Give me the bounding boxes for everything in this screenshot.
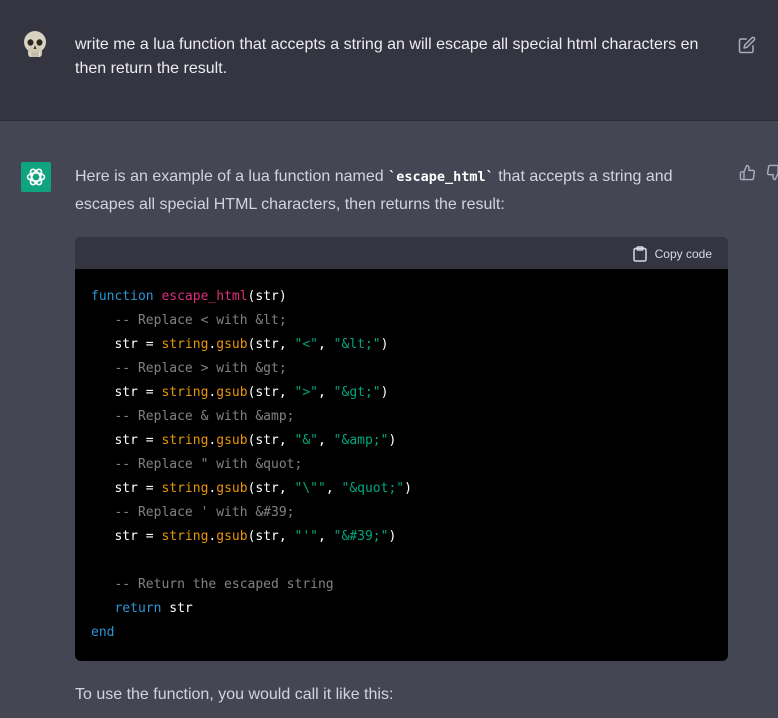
- thumbs-down-icon[interactable]: [766, 164, 778, 181]
- code-token: "&amp;": [333, 433, 389, 448]
- assistant-followup-text: To use the function, you would call it l…: [75, 686, 394, 703]
- code-token: "&": [294, 433, 319, 448]
- user-message-row: write me a lua function that accepts a s…: [0, 0, 778, 121]
- code-token: "&#39;": [333, 529, 389, 544]
- code-token: gsub: [216, 481, 248, 496]
- skull-icon: [22, 30, 48, 62]
- code-token: str =: [91, 433, 162, 448]
- code-line: function escape_html(str): [91, 285, 712, 309]
- code-token: ,: [318, 385, 334, 400]
- code-token: function: [91, 289, 154, 304]
- code-token: return: [114, 601, 162, 616]
- code-token: string: [161, 481, 209, 496]
- assistant-intro-text: Here is an example of a lua function nam…: [75, 163, 735, 219]
- code-token: end: [91, 625, 115, 640]
- code-token: -- Replace ' with &#39;: [91, 505, 295, 520]
- code-block: Copy code function escape_html(str) -- R…: [75, 237, 728, 661]
- clipboard-icon: [632, 246, 647, 262]
- code-token: str =: [91, 337, 162, 352]
- code-line: -- Replace ' with &#39;: [91, 501, 712, 525]
- edit-icon[interactable]: [738, 36, 756, 54]
- code-line: -- Replace < with &lt;: [91, 309, 712, 333]
- code-token: ): [404, 481, 412, 496]
- code-token: str: [161, 601, 193, 616]
- code-line: str = string.gsub(str, "'", "&#39;"): [91, 525, 712, 549]
- code-token: gsub: [216, 529, 248, 544]
- code-token: -- Return the escaped string: [91, 577, 334, 592]
- code-token: string: [161, 385, 209, 400]
- code-token: -- Replace < with &lt;: [91, 313, 287, 328]
- code-token: ,: [325, 481, 342, 496]
- code-token: string: [161, 337, 209, 352]
- code-line: str = string.gsub(str, "\"", "&quot;"): [91, 477, 712, 501]
- code-token: string: [161, 433, 209, 448]
- code-token: ,: [318, 433, 334, 448]
- openai-logo-icon: [21, 162, 51, 192]
- code-token: (str,: [247, 529, 295, 544]
- code-token: (str,: [247, 481, 295, 496]
- code-token: gsub: [216, 433, 248, 448]
- code-token: (str): [247, 289, 287, 304]
- code-token: ): [388, 433, 397, 448]
- code-line: return str: [91, 597, 712, 621]
- code-token: str =: [91, 529, 162, 544]
- code-line: -- Return the escaped string: [91, 573, 712, 597]
- code-line: str = string.gsub(str, "&", "&amp;"): [91, 429, 712, 453]
- code-token: gsub: [216, 337, 248, 352]
- code-token: ): [380, 385, 389, 400]
- code-token: "&quot;": [341, 481, 405, 496]
- code-token: ): [380, 337, 389, 352]
- code-token: "'": [294, 529, 319, 544]
- code-content: function escape_html(str) -- Replace < w…: [75, 269, 728, 645]
- thumbs-up-icon[interactable]: [739, 164, 756, 181]
- code-token: "<": [294, 337, 319, 352]
- code-token: ">": [294, 385, 319, 400]
- code-token: ,: [318, 529, 334, 544]
- code-line: str = string.gsub(str, ">", "&gt;"): [91, 381, 712, 405]
- code-token: escape_html: [161, 289, 248, 304]
- code-token: -- Replace & with &amp;: [91, 409, 295, 424]
- code-token: string: [161, 529, 209, 544]
- code-token: (str,: [247, 433, 295, 448]
- code-line: -- Replace & with &amp;: [91, 405, 712, 429]
- assistant-message-row: Here is an example of a lua function nam…: [0, 121, 778, 718]
- inline-code-function-name: `escape_html`: [388, 169, 494, 185]
- code-token: gsub: [216, 385, 248, 400]
- user-message-text: write me a lua function that accepts a s…: [75, 36, 699, 77]
- code-line: -- Replace " with &quot;: [91, 453, 712, 477]
- code-token: ): [388, 529, 397, 544]
- intro-text-before: Here is an example of a lua function nam…: [75, 168, 389, 185]
- code-token: "&lt;": [333, 337, 381, 352]
- code-token: str =: [91, 385, 162, 400]
- code-token: "&gt;": [333, 385, 381, 400]
- copy-code-label: Copy code: [654, 247, 712, 261]
- code-line: str = string.gsub(str, "<", "&lt;"): [91, 333, 712, 357]
- code-token: str =: [91, 481, 162, 496]
- code-token: "\"": [294, 481, 326, 496]
- code-line: -- Replace > with &gt;: [91, 357, 712, 381]
- code-line: end: [91, 621, 712, 645]
- code-block-header: Copy code: [75, 237, 728, 269]
- code-token: -- Replace " with &quot;: [91, 457, 303, 472]
- copy-code-button[interactable]: Copy code: [632, 245, 712, 263]
- code-token: -- Replace > with &gt;: [91, 361, 287, 376]
- code-token: (str,: [247, 337, 295, 352]
- code-token: (str,: [247, 385, 295, 400]
- code-token: ,: [318, 337, 334, 352]
